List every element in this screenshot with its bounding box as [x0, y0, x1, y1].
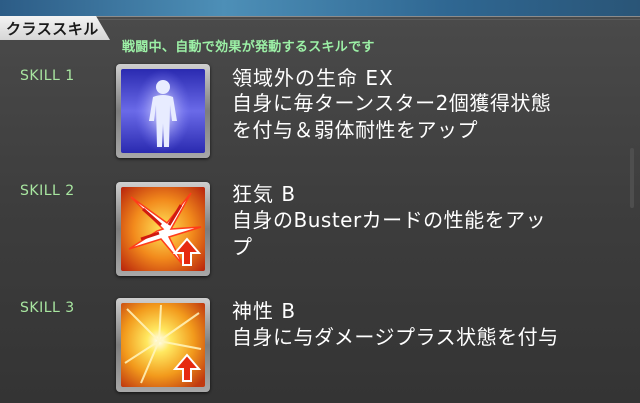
- skill-2-description-line-1: 自身のBusterカードの性能をアッ: [232, 208, 547, 232]
- scrollbar[interactable]: [630, 148, 634, 208]
- skill-1-slot-label: SKILL 1: [20, 68, 75, 84]
- buster-up-icon: [121, 187, 205, 271]
- skill-2-icon-frame[interactable]: [116, 182, 210, 276]
- skill-1-description: 自身に毎ターンスター2個獲得状態 を付与＆弱体耐性をアップ: [232, 90, 632, 144]
- skill-1-description-line-1: 自身に毎ターンスター2個獲得状態: [232, 91, 552, 115]
- skill-1-icon-frame[interactable]: [116, 64, 210, 158]
- skill-3-icon-frame[interactable]: [116, 298, 210, 392]
- panel-title: クラススキル: [6, 20, 99, 38]
- skill-2-name: 狂気 B: [232, 182, 297, 206]
- skill-3-slot-label: SKILL 3: [20, 300, 75, 316]
- skill-3-description-line-1: 自身に与ダメージプラス状態を付与: [232, 325, 559, 349]
- skill-2-description-line-2: プ: [232, 235, 253, 259]
- glowing-figure-icon: [121, 69, 205, 153]
- panel-subtitle: 戦闘中、自動で効果が発動するスキルです: [122, 40, 375, 55]
- skill-3-name: 神性 B: [232, 299, 297, 323]
- skill-2-description: 自身のBusterカードの性能をアッ プ: [232, 207, 632, 261]
- skill-3-description: 自身に与ダメージプラス状態を付与: [232, 324, 632, 351]
- skill-2-slot-label: SKILL 2: [20, 183, 75, 199]
- skill-1-description-line-2: を付与＆弱体耐性をアップ: [232, 118, 478, 142]
- damage-plus-icon: [121, 303, 205, 387]
- skill-1-name: 領域外の生命 EX: [232, 66, 394, 90]
